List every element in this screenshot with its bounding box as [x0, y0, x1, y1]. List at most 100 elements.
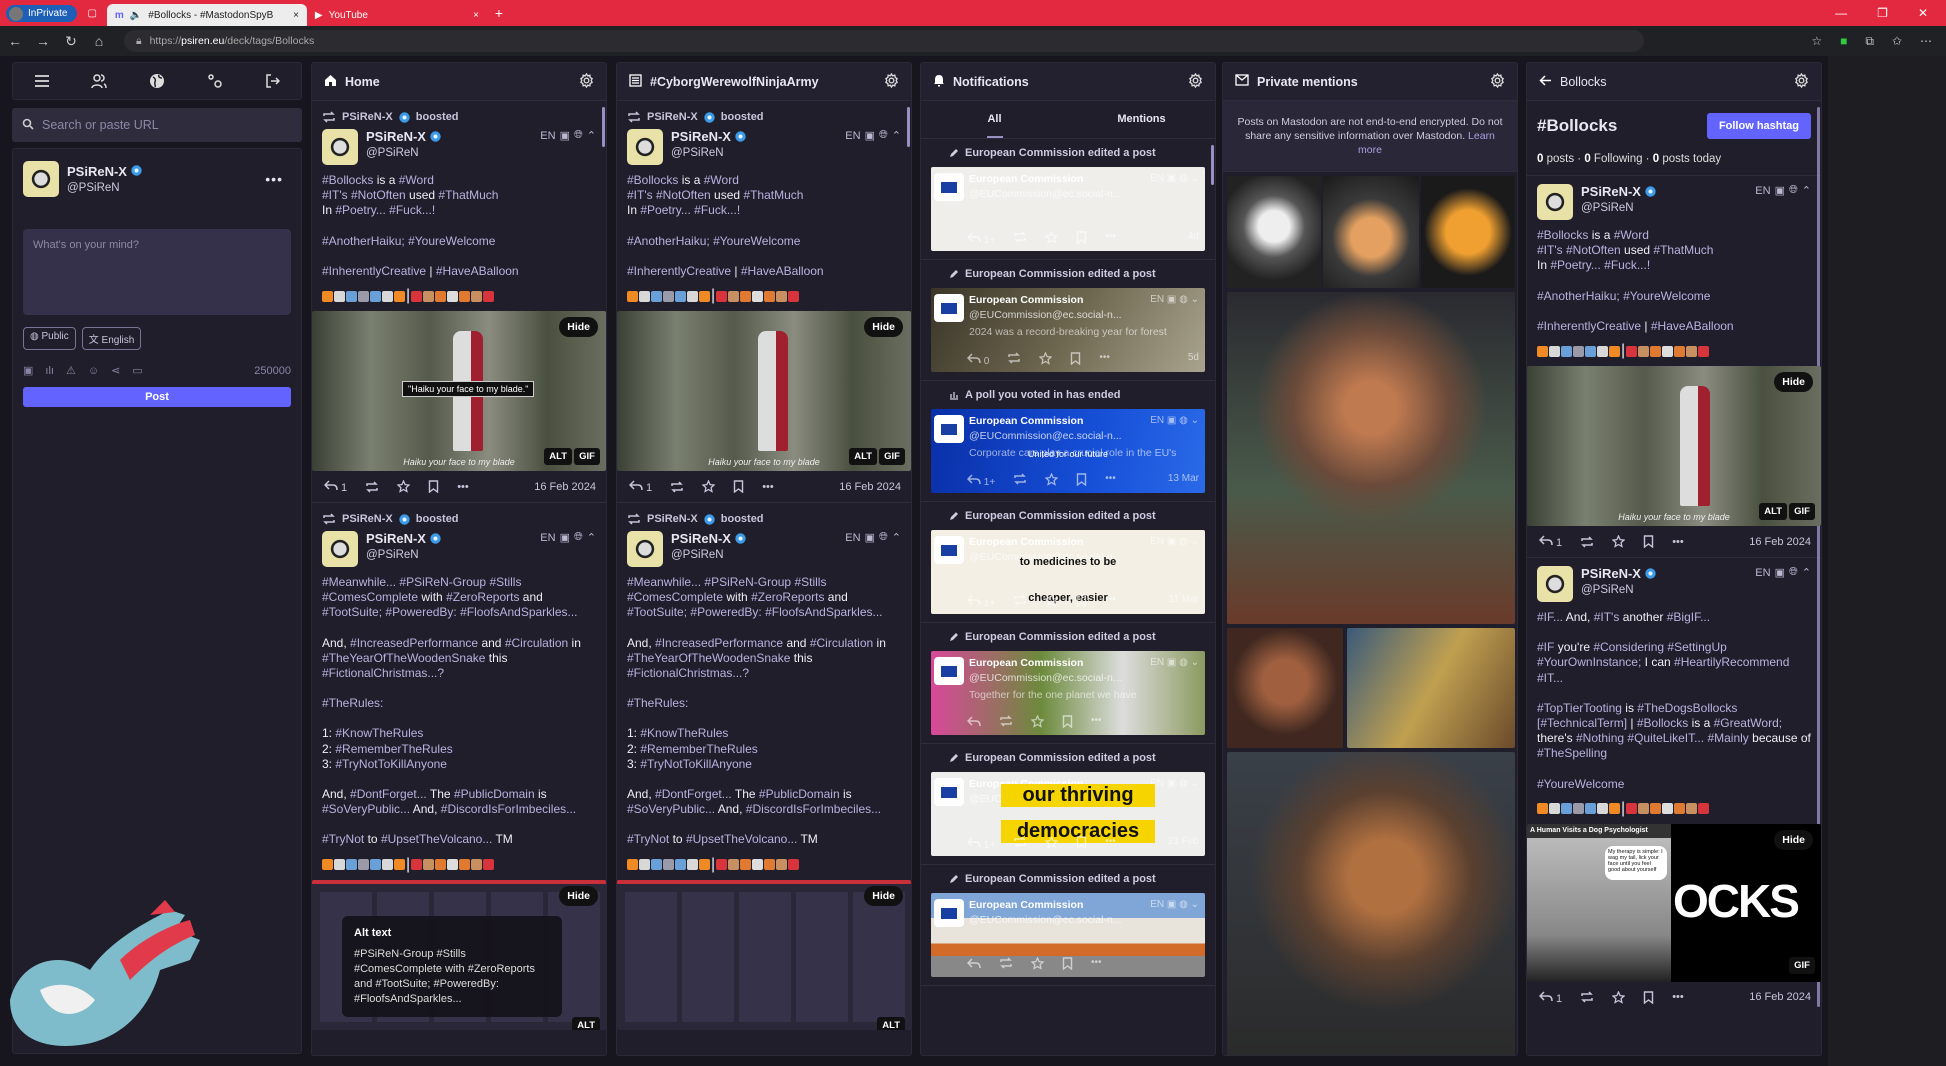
- more-icon[interactable]: •••: [1672, 536, 1684, 548]
- hashtag-link[interactable]: #TryNotToKillAnyone: [640, 757, 752, 771]
- column-title[interactable]: Notifications: [953, 75, 1029, 89]
- reply-button[interactable]: 1+: [967, 594, 995, 609]
- hamburger-menu-icon[interactable]: [31, 70, 53, 92]
- notification[interactable]: European Commission edited a post Europea…: [921, 744, 1215, 865]
- notification-status-card[interactable]: European Commission@EUCommission@ec.soci…: [931, 409, 1205, 493]
- media-attachment[interactable]: A Human Visits a Dog Psychologist My ther…: [1527, 823, 1821, 982]
- collapse-chevron-icon[interactable]: ⌃: [1802, 566, 1811, 579]
- hashtag-link[interactable]: #IT's: [1537, 243, 1563, 257]
- boost-icon[interactable]: [1013, 594, 1027, 609]
- hashtag-link[interactable]: #YoureWelcome: [1623, 289, 1710, 303]
- hashtag-link[interactable]: #PublicDomain: [759, 787, 840, 801]
- hashtag-link[interactable]: #TheYearOfTheWoodenSnake: [322, 651, 485, 665]
- hashtag-link[interactable]: #Circulation: [810, 636, 873, 650]
- pirate-smoking-image[interactable]: [1227, 752, 1515, 1055]
- avatar[interactable]: [23, 161, 59, 197]
- compose-textarea[interactable]: What's on your mind?: [23, 229, 291, 315]
- collapse-chevron-icon[interactable]: ⌃: [587, 531, 596, 544]
- hashtag-link[interactable]: #IT's: [627, 188, 653, 202]
- preferences-icon[interactable]: [204, 70, 226, 92]
- hashtag-link[interactable]: #Meanwhile...: [627, 575, 701, 589]
- media-attachment[interactable]: Hide ALT: [617, 879, 911, 1030]
- hashtag-link[interactable]: #QuiteLikeIT...: [1627, 731, 1704, 745]
- hashtag-link[interactable]: #Fuck...!: [389, 203, 435, 217]
- hide-media-button[interactable]: Hide: [864, 885, 903, 906]
- hashtag-link[interactable]: #Poetry...: [1550, 258, 1600, 272]
- alt-badge[interactable]: ALT: [877, 1016, 905, 1030]
- favourite-icon[interactable]: [1612, 990, 1626, 1004]
- post-date[interactable]: 16 Feb 2024: [1749, 991, 1811, 1003]
- bookmark-icon[interactable]: [1076, 836, 1087, 851]
- extension-icon[interactable]: ■: [1840, 34, 1847, 49]
- post-date[interactable]: 16 Feb 2024: [1749, 536, 1811, 548]
- reply-button[interactable]: 1+: [967, 473, 995, 488]
- cartoon-character-image[interactable]: [1421, 176, 1515, 288]
- hashtag-link[interactable]: #FloofsAndSparkles...: [460, 605, 577, 619]
- hashtag-link[interactable]: #InherentlyCreative: [627, 264, 731, 278]
- reply-button[interactable]: 1: [1539, 990, 1562, 1005]
- reply-button[interactable]: [967, 715, 981, 730]
- notifications-feed[interactable]: European Commission edited a post Europea…: [921, 139, 1215, 1055]
- hashtag-link[interactable]: #Poetry...: [335, 203, 385, 217]
- menu-icon[interactable]: ⋯: [1920, 34, 1932, 49]
- hashtag-link[interactable]: #Bollocks: [322, 173, 373, 187]
- author-name[interactable]: PSiReN-X: [366, 129, 426, 144]
- follow-hashtag-button[interactable]: Follow hashtag: [1706, 113, 1811, 139]
- hashtag-link[interactable]: #YoureWelcome: [1537, 777, 1624, 791]
- comic-image[interactable]: A Human Visits a Dog Psychologist My ther…: [1527, 823, 1671, 982]
- hashtag-link[interactable]: #TootSuite;: [322, 605, 382, 619]
- hashtag-link[interactable]: #IncreasedPerformance: [655, 636, 783, 650]
- boost-icon[interactable]: [999, 957, 1013, 972]
- people-icon[interactable]: [88, 70, 110, 92]
- hashtag-link[interactable]: #Poetry...: [640, 203, 690, 217]
- hashtag-link[interactable]: #Nothing: [1576, 731, 1624, 745]
- gear-icon[interactable]: [579, 72, 594, 91]
- tab-mastodon[interactable]: m 🔈 #Bollocks - #MastodonSpyB ×: [106, 4, 307, 26]
- hashtag-link[interactable]: #IF: [1537, 640, 1554, 654]
- boost-icon[interactable]: [1013, 836, 1027, 851]
- hashtag-link[interactable]: #PublicDomain: [454, 787, 535, 801]
- eu-avatar[interactable]: [934, 415, 964, 443]
- favourite-icon[interactable]: [1031, 715, 1044, 730]
- hashtag-link[interactable]: #FictionalChristmas...?: [627, 666, 749, 680]
- scrollbar[interactable]: [907, 107, 910, 147]
- favourite-icon[interactable]: [1045, 594, 1059, 609]
- more-icon[interactable]: •••: [1091, 957, 1102, 972]
- author-name[interactable]: PSiReN-X: [1581, 184, 1641, 199]
- hashtag-link[interactable]: #Circulation: [505, 636, 568, 650]
- notification-status-card[interactable]: European Commission@EUCommission@ec.soci…: [931, 530, 1205, 614]
- back-arrow-icon[interactable]: [1539, 74, 1552, 90]
- more-options-icon[interactable]: •••: [265, 171, 283, 187]
- hashtag-link[interactable]: #UpsetTheVolcano...: [381, 832, 492, 846]
- boost-icon[interactable]: [670, 480, 684, 493]
- column-title[interactable]: Private mentions: [1257, 75, 1358, 89]
- collections-icon[interactable]: ⧉: [1865, 34, 1874, 49]
- visibility-button[interactable]: ◍ Public: [23, 327, 76, 350]
- hashtag-link[interactable]: #ThatMuch: [1653, 243, 1713, 257]
- hashtag-link[interactable]: #SettingUp: [1667, 640, 1726, 654]
- bookmark-icon[interactable]: [1070, 352, 1081, 367]
- reply-button[interactable]: 1+: [967, 836, 995, 851]
- hashtag-link[interactable]: #ComesComplete: [627, 590, 723, 604]
- bookmark-icon[interactable]: [1076, 594, 1087, 609]
- more-icon[interactable]: •••: [457, 481, 469, 493]
- alt-badge[interactable]: ALT: [572, 1016, 600, 1030]
- hashtag-link[interactable]: #PSiReN-Group: [399, 575, 486, 589]
- favourite-icon[interactable]: [1039, 352, 1053, 367]
- bookmark-icon[interactable]: [428, 480, 439, 494]
- close-tab-button[interactable]: ×: [293, 10, 299, 21]
- hashtag-link[interactable]: #FictionalChristmas...?: [322, 666, 444, 680]
- hashtag-link[interactable]: #TheDogsBollocks: [1637, 701, 1737, 715]
- hashtag-link[interactable]: #ZeroReports: [751, 590, 824, 604]
- reply-button[interactable]: 1: [324, 479, 347, 494]
- avatar[interactable]: [1537, 566, 1573, 603]
- hashtag-link[interactable]: #YourOwnInstance;: [1537, 655, 1641, 669]
- hashtag-link[interactable]: #NotOften: [351, 188, 406, 202]
- hashtag-link[interactable]: #TryNotToKillAnyone: [335, 757, 447, 771]
- author-name[interactable]: PSiReN-X: [671, 129, 731, 144]
- hashtag-link[interactable]: #Fuck...!: [1604, 258, 1650, 272]
- gear-icon[interactable]: [1188, 72, 1203, 91]
- eu-avatar[interactable]: [934, 173, 964, 201]
- hashtag-link[interactable]: #GreatWord;: [1714, 716, 1782, 730]
- scrollbar[interactable]: [602, 107, 605, 147]
